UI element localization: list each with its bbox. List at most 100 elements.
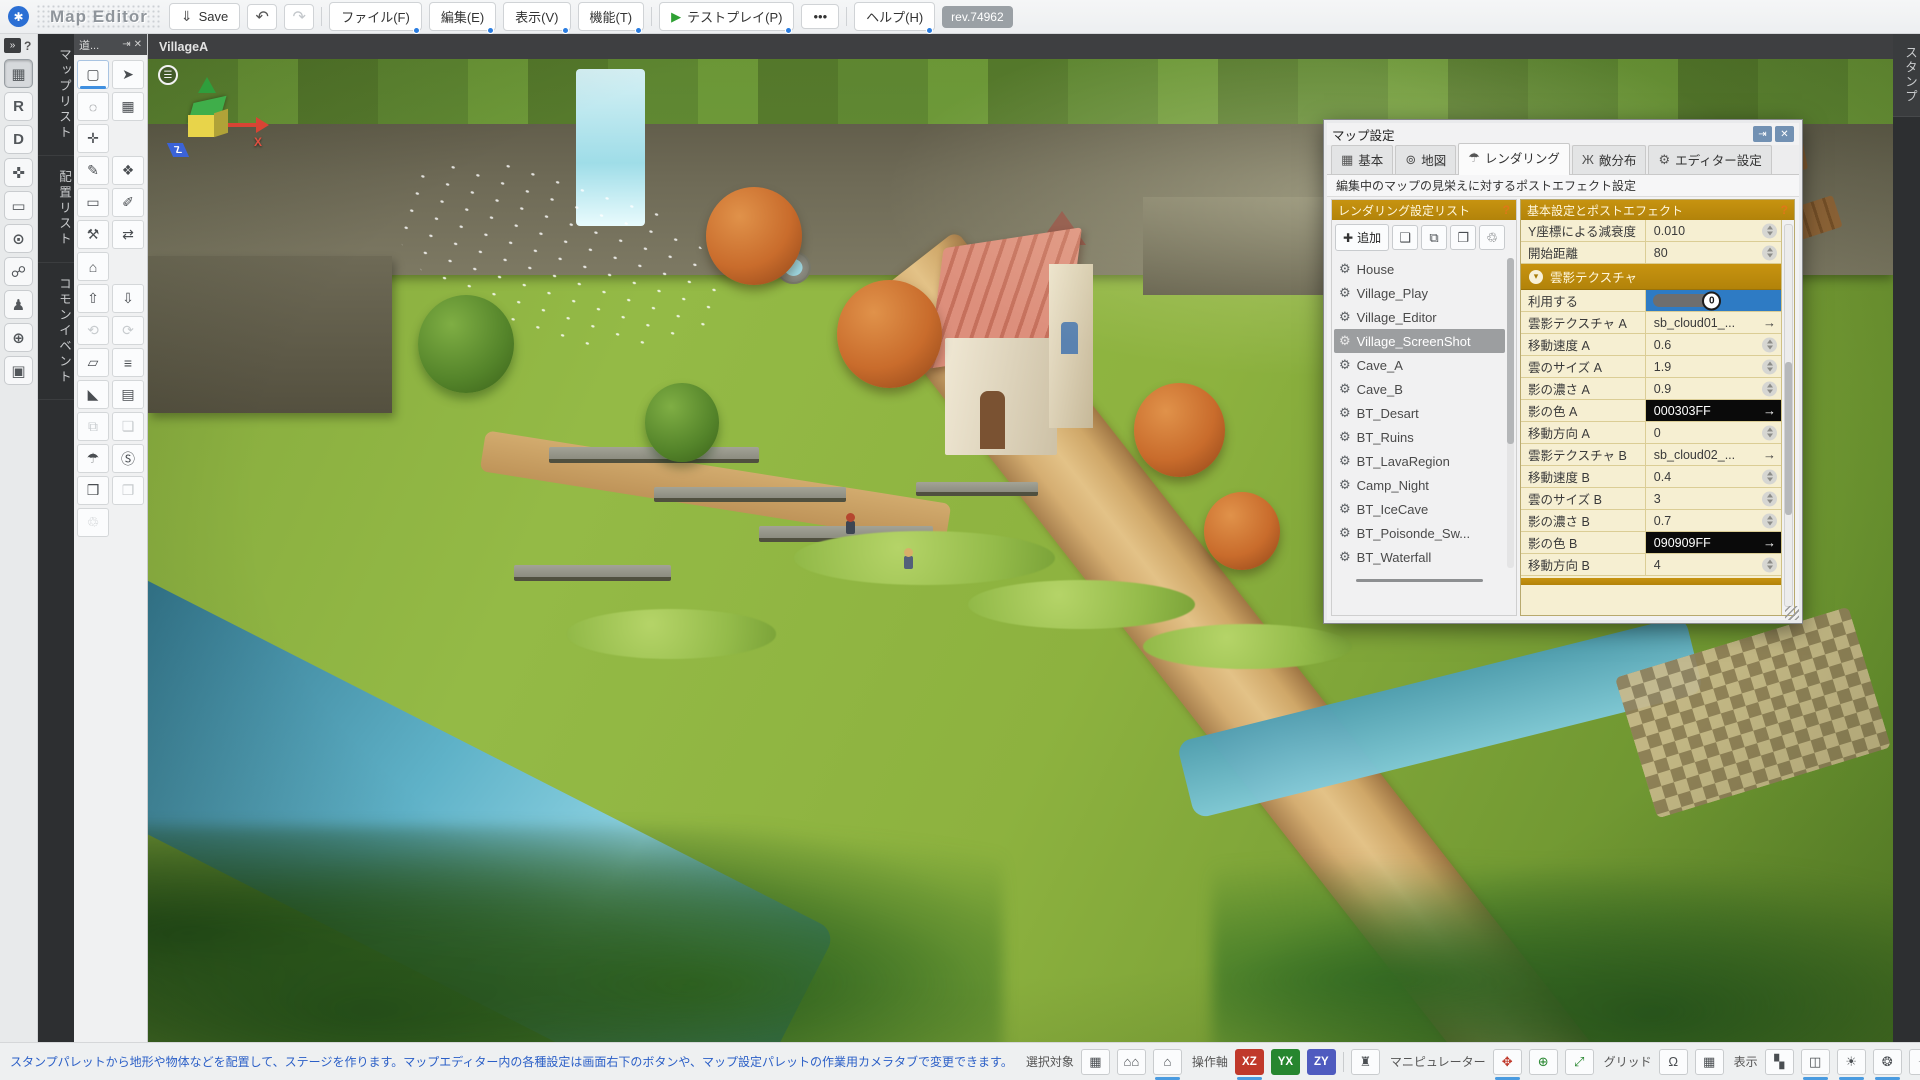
gizmo-cube-front[interactable] (188, 115, 214, 137)
menu-item-1[interactable]: 編集(E) (429, 2, 496, 31)
building-tool[interactable]: ⌂ (77, 252, 109, 281)
props-scrollbar[interactable] (1784, 224, 1793, 607)
camera-button[interactable]: ⊙ (4, 224, 33, 253)
axis-zy-button[interactable]: ZY (1307, 1049, 1336, 1075)
tab-エディター設定[interactable]: ⚙エディター設定 (1648, 145, 1771, 174)
gizmo-cube-side[interactable] (214, 109, 228, 138)
snap-magnet-button[interactable]: Ω (1659, 1049, 1688, 1075)
menu-item-3[interactable]: 機能(T) (578, 2, 645, 31)
spinner-icon[interactable] (1762, 359, 1777, 374)
testplay-button[interactable]: ▶ テストプレイ(P) (659, 2, 794, 31)
shovel-tool[interactable]: ⚒ (77, 220, 109, 249)
menu-item-0[interactable]: ファイル(F) (329, 2, 422, 31)
prop-value[interactable]: sb_cloud01_...→ (1646, 312, 1781, 333)
grid-toggle-button[interactable]: ▦ (1695, 1049, 1724, 1075)
render-setting-item[interactable]: ⚙House (1334, 257, 1505, 281)
open-picker-icon[interactable]: → (1763, 403, 1776, 418)
map-editor-button[interactable]: ▦ (4, 59, 33, 88)
building-target-button[interactable]: ⌂ (1153, 1049, 1182, 1075)
render-setting-item[interactable]: ⚙BT_Poisonde_Sw... (1334, 521, 1505, 545)
render-setting-item[interactable]: ⚙BT_Waterfall (1334, 545, 1505, 569)
gamepad-button[interactable]: ✜ (4, 158, 33, 187)
tab-レンダリング[interactable]: ☂レンダリング (1458, 143, 1570, 175)
prop-value[interactable]: sb_cloud02_...→ (1646, 444, 1781, 465)
object-target-button[interactable]: ⌂⌂ (1117, 1049, 1146, 1075)
database-button[interactable]: D (4, 125, 33, 154)
raise-terrain-tool[interactable]: ⇧ (77, 284, 109, 313)
sidebar-tab-2[interactable]: コモンイベント (38, 263, 74, 401)
menu-item-2[interactable]: 表示(V) (503, 2, 570, 31)
toolbox-button[interactable]: ▣ (4, 356, 33, 385)
pin-icon[interactable]: ⇥ (1753, 126, 1772, 142)
render-setting-item[interactable]: ⚙BT_LavaRegion (1334, 449, 1505, 473)
eyedropper-tool[interactable]: ✐ (112, 188, 144, 217)
spinner-icon[interactable] (1762, 223, 1777, 238)
spinner-icon[interactable] (1762, 337, 1777, 352)
scrollbar-thumb[interactable] (1785, 362, 1792, 514)
show-effects-button[interactable]: ✦ (1909, 1049, 1920, 1075)
terrain-target-button[interactable]: ▦ (1081, 1049, 1110, 1075)
add-folder-button[interactable]: ❑ (1392, 225, 1418, 250)
render-setting-item[interactable]: ⚙Village_ScreenShot (1334, 329, 1505, 353)
terrain-move-tool[interactable]: ⇄ (112, 220, 144, 249)
sidebar-tab-1[interactable]: 配置リスト (38, 156, 74, 263)
open-picker-icon[interactable]: → (1763, 315, 1776, 330)
show-lens-button[interactable]: ❂ (1873, 1049, 1902, 1075)
spinner-icon[interactable] (1762, 491, 1777, 506)
open-picker-icon[interactable]: → (1763, 447, 1776, 462)
render-setting-item[interactable]: ⚙BT_IceCave (1334, 497, 1505, 521)
pencil-tool[interactable]: ✎ (77, 156, 109, 185)
spinner-icon[interactable] (1762, 245, 1777, 260)
list-scrollbar[interactable] (1507, 258, 1514, 568)
prop-value[interactable]: 0.6 (1646, 334, 1781, 355)
render-setting-item[interactable]: ⚙Cave_B (1334, 377, 1505, 401)
axis-yx-button[interactable]: YX (1271, 1049, 1300, 1075)
paste-button[interactable]: ❐ (1450, 225, 1476, 250)
delete-button[interactable]: ♲ (1479, 225, 1505, 250)
prop-value[interactable]: 090909FF→ (1646, 532, 1781, 553)
panel-resize-grip[interactable] (1785, 606, 1799, 620)
add-render-setting-button[interactable]: ✚ 追加 (1335, 224, 1389, 251)
render-settings-tool[interactable]: ☂ (77, 444, 109, 473)
dock-collapse-button[interactable]: » (4, 38, 21, 53)
player-start-button[interactable]: ♟ (4, 290, 33, 319)
pin-icon[interactable]: ⇥ (122, 39, 130, 50)
open-picker-icon[interactable]: → (1763, 535, 1776, 550)
start-point-tool[interactable]: Ⓢ (112, 444, 144, 473)
prop-value[interactable]: 0 (1646, 290, 1781, 311)
prop-value[interactable]: 0.7 (1646, 510, 1781, 531)
layers-tool[interactable]: ≡ (112, 348, 144, 377)
map-settings-titlebar[interactable]: マップ設定 ⇥ ✕ (1327, 123, 1799, 145)
sidebar-tab-0[interactable]: マップリスト (38, 34, 74, 156)
stamp-tool-button[interactable]: ♜ (1351, 1049, 1380, 1075)
ramp-tool[interactable]: ◣ (77, 380, 109, 409)
world-button[interactable]: ⊕ (4, 323, 33, 352)
show-blocks-button[interactable]: ▚ (1765, 1049, 1794, 1075)
spinner-icon[interactable] (1762, 425, 1777, 440)
lasso-select-tool[interactable]: ◌ (77, 92, 109, 121)
prop-value[interactable]: 000303FF→ (1646, 400, 1781, 421)
tab-基本[interactable]: ▦基本 (1331, 145, 1393, 174)
show-lighting-button[interactable]: ☀ (1837, 1049, 1866, 1075)
event-flow-button[interactable]: ☍ (4, 257, 33, 286)
prop-value[interactable]: 0.4 (1646, 466, 1781, 487)
tab-地図[interactable]: ⊚地図 (1395, 145, 1456, 174)
rotate-manipulator-button[interactable]: ⊕ (1529, 1049, 1558, 1075)
gizmo-menu-icon[interactable]: ☰ (158, 65, 178, 85)
free-select-tool[interactable]: ➤ (112, 60, 144, 89)
close-icon[interactable]: ✕ (134, 39, 142, 50)
prop-value[interactable]: 4 (1646, 554, 1781, 575)
list-splitter[interactable] (1356, 579, 1483, 582)
render-setting-item[interactable]: ⚙Village_Editor (1334, 305, 1505, 329)
bucket-tool[interactable]: ❖ (112, 156, 144, 185)
prop-value[interactable]: 0 (1646, 422, 1781, 443)
testplay-more-button[interactable]: ••• (801, 4, 839, 29)
render-setting-item[interactable]: ⚙Cave_A (1334, 353, 1505, 377)
render-setting-item[interactable]: ⚙BT_Desart (1334, 401, 1505, 425)
render-setting-item[interactable]: ⚙BT_Ruins (1334, 425, 1505, 449)
scrollbar-thumb[interactable] (1507, 258, 1514, 444)
toggle-knob[interactable]: 0 (1702, 291, 1721, 310)
spinner-icon[interactable] (1762, 469, 1777, 484)
copy-tool[interactable]: ❒ (77, 476, 109, 505)
app-icon[interactable]: ✱ (8, 6, 29, 27)
